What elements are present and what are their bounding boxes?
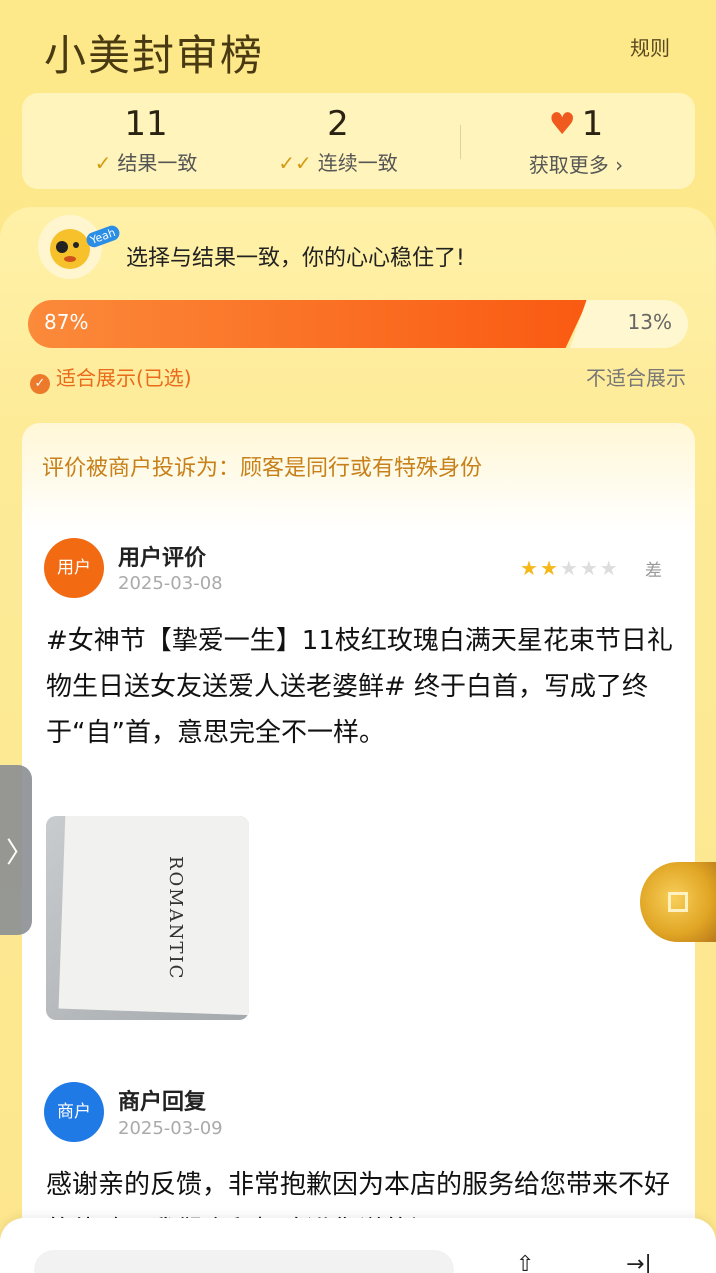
page-title: 小美封审榜 [44, 31, 265, 80]
result-headline: 选择与结果一致，你的心心稳住了! [126, 246, 465, 271]
rating-word: 差 [645, 561, 662, 581]
suitable-percent: 87% [44, 310, 89, 334]
get-more-link[interactable]: 获取更多 › [506, 149, 646, 178]
review-photo[interactable]: ROMANTIC [46, 816, 249, 1020]
share-icon[interactable]: ⇧ [516, 1252, 534, 1273]
side-drawer-tab[interactable]: 〉 [0, 765, 35, 935]
consistent-count: 11 [124, 104, 168, 144]
streak-count: 2 [327, 104, 349, 144]
suitable-label: 适合展示(已选) [56, 366, 192, 390]
stat-consistent: 11 ✓ 结果一致 [86, 103, 206, 176]
user-date: 2025-03-08 [118, 573, 223, 594]
merchant-date: 2025-03-09 [118, 1118, 223, 1139]
photo-text: ROMANTIC [165, 856, 186, 981]
star-rating: ★★★★★ [520, 556, 620, 580]
stats-panel: 11 ✓ 结果一致 2 ✓✓ 连续一致 ♥ 1 获取更多 › [22, 93, 695, 189]
complaint-reason: 评价被商户投诉为：顾客是同行或有特殊身份 [42, 456, 483, 481]
coin-icon [668, 892, 688, 912]
star-icon: ★ [599, 556, 620, 580]
rules-link[interactable]: 规则 [630, 32, 670, 61]
star-icon: ★ [579, 556, 600, 580]
user-avatar: 用户 [44, 538, 104, 598]
unsuitable-percent: 13% [627, 310, 672, 334]
consistent-label: 结果一致 [117, 151, 198, 175]
hearts-count: 1 [581, 104, 604, 144]
mascot-avatar: Yeah [38, 215, 122, 279]
suitable-option: ✓ 适合展示(已选) [30, 362, 192, 394]
heart-icon: ♥ [548, 107, 576, 142]
star-icon: ★ [559, 556, 580, 580]
double-check-icon: ✓✓ [278, 151, 312, 175]
divider [460, 125, 461, 159]
check-icon: ✓ [94, 151, 112, 175]
selected-check-icon: ✓ [30, 374, 50, 394]
user-name: 用户评价 [118, 546, 207, 571]
comment-input[interactable] [34, 1250, 454, 1273]
chevron-right-icon: 〉 [6, 836, 35, 869]
star-icon: ★ [539, 556, 560, 580]
suitable-bar [28, 300, 588, 348]
unsuitable-label: 不适合展示 [586, 366, 686, 390]
next-icon[interactable]: →| [626, 1252, 652, 1273]
stat-streak: 2 ✓✓ 连续一致 [268, 103, 408, 176]
stat-hearts[interactable]: ♥ 1 获取更多 › [506, 103, 646, 178]
merchant-avatar: 商户 [44, 1082, 104, 1142]
merchant-name: 商户回复 [118, 1090, 207, 1115]
review-text: #女神节【挚爱一生】11枝红玫瑰白满天星花束节日礼物生日送女友送爱人送老婆鲜# … [46, 626, 673, 748]
star-icon: ★ [520, 556, 540, 580]
streak-label: 连续一致 [317, 151, 398, 175]
photo-paper [58, 816, 249, 1016]
coin-floating-button[interactable] [640, 862, 716, 942]
